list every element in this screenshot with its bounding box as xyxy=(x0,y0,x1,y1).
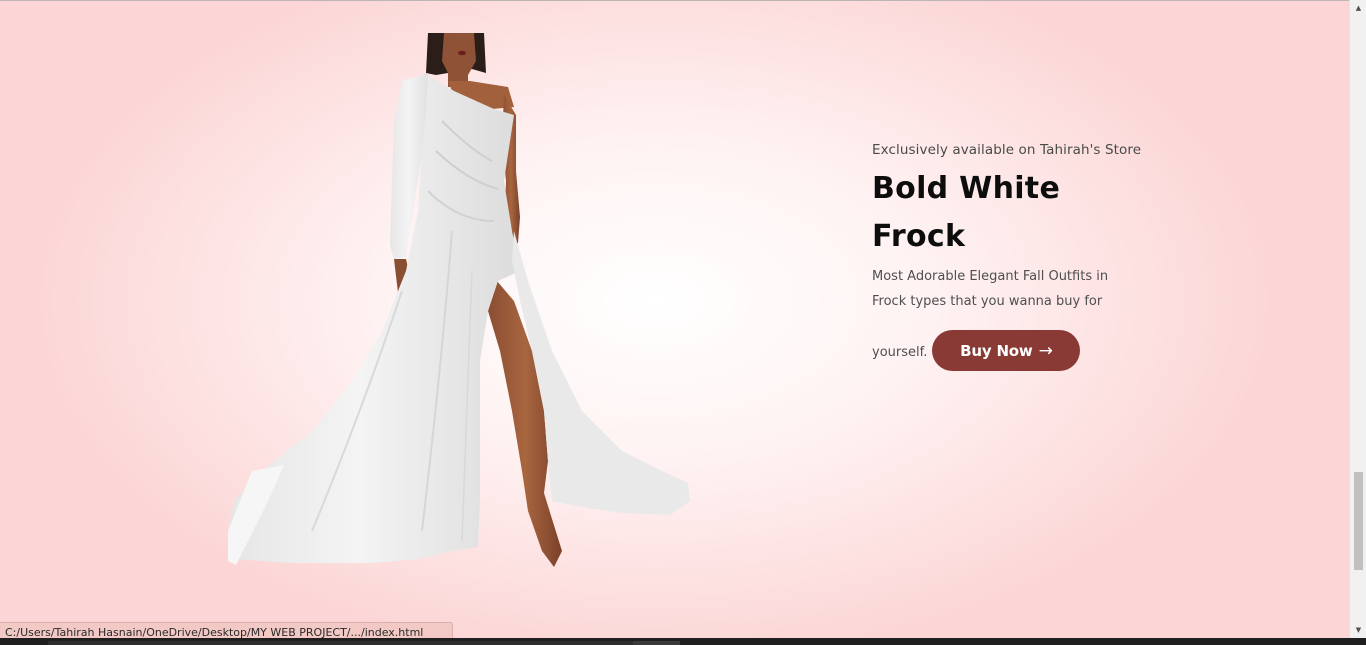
hero-title: Bold White Frock xyxy=(872,171,1061,254)
hero-text-block: Exclusively available on Tahirah's Store… xyxy=(872,139,1172,371)
hero-section: Exclusively available on Tahirah's Store… xyxy=(0,0,1349,638)
link-status-bar: C:/Users/Tahirah Hasnain/OneDrive/Deskto… xyxy=(0,622,453,638)
taskbar-segment xyxy=(48,641,633,645)
arrow-right-icon: → xyxy=(1038,340,1053,361)
hero-eyebrow: Exclusively available on Tahirah's Store xyxy=(872,142,1142,158)
hero-cta-row: yourself. Buy Now → xyxy=(872,330,1172,371)
buy-now-label: Buy Now xyxy=(960,341,1033,360)
scroll-down-arrow-icon[interactable]: ▼ xyxy=(1350,623,1366,637)
hero-description: Most Adorable Elegant Fall Outfits in Fr… xyxy=(872,269,1109,309)
taskbar-edge xyxy=(0,638,1366,645)
vertical-scrollbar[interactable]: ▲ ▼ xyxy=(1349,0,1366,638)
hero-description-tail: yourself. xyxy=(872,344,928,360)
taskbar-segment xyxy=(633,641,680,645)
product-dress-image xyxy=(222,31,697,571)
buy-now-button[interactable]: Buy Now → xyxy=(932,330,1081,371)
scroll-up-arrow-icon[interactable]: ▲ xyxy=(1350,1,1366,15)
scrollbar-thumb[interactable] xyxy=(1354,472,1363,570)
